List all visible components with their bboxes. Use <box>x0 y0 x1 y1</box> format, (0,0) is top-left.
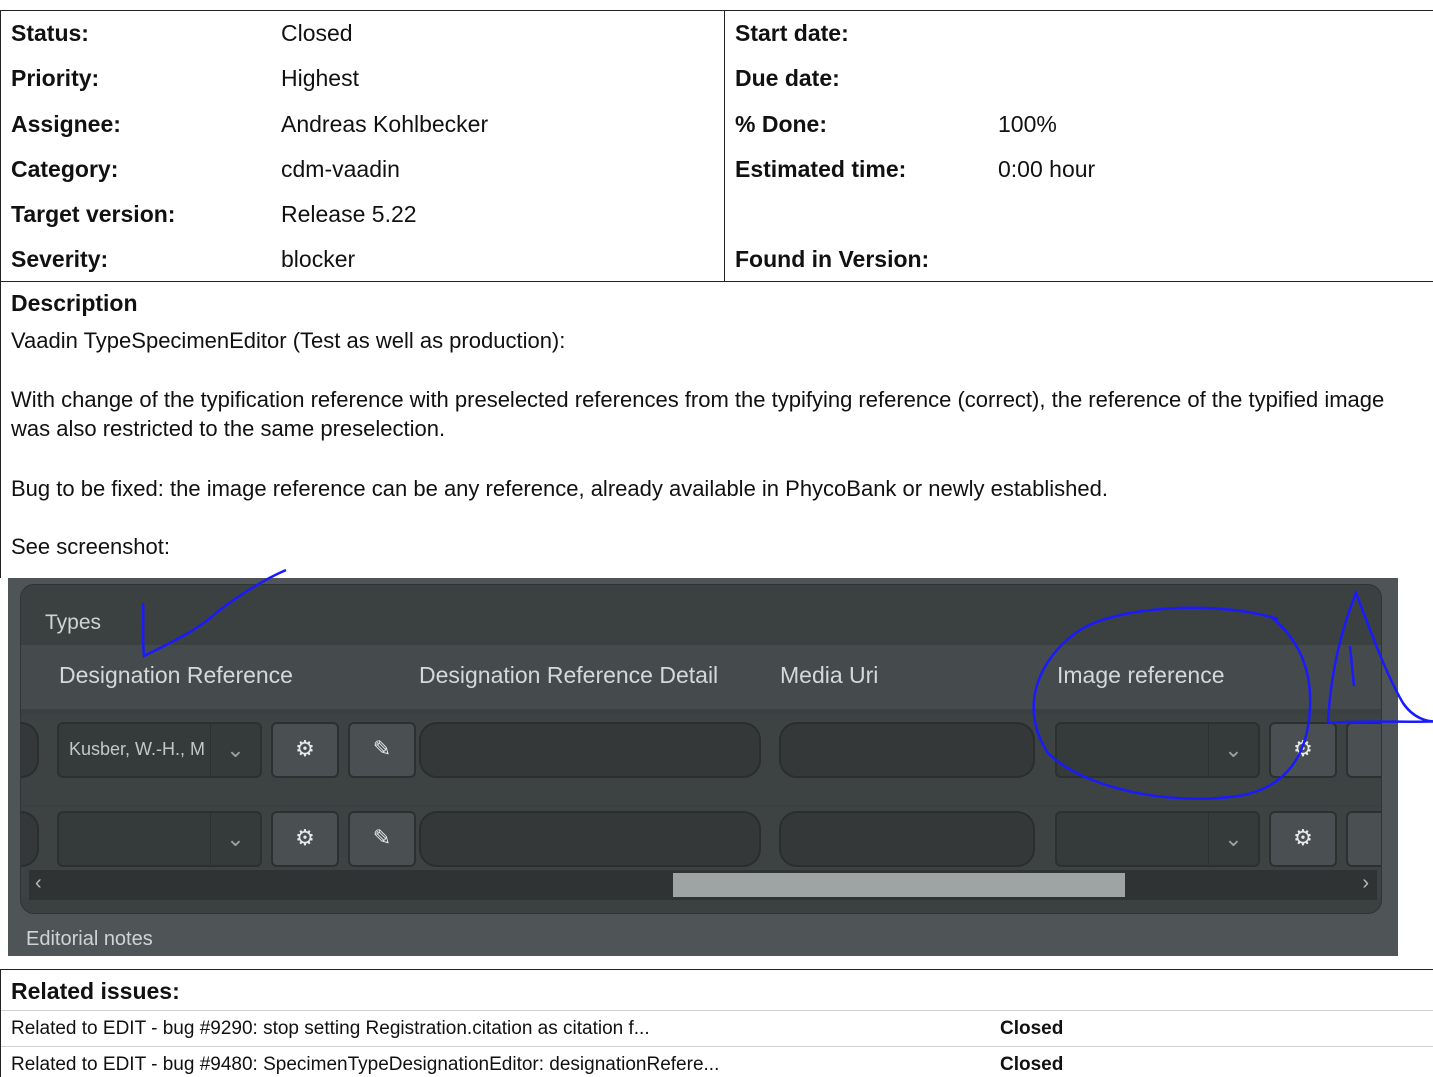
attr-row-status: Status: Closed <box>1 11 724 56</box>
attr-row-due-date: Due date: <box>725 56 1433 101</box>
related-issue-link[interactable]: Related to EDIT - bug #9480: SpecimenTyp… <box>11 1047 719 1077</box>
attr-value[interactable]: Andreas Kohlbecker <box>281 102 488 147</box>
attr-value: 100% <box>998 111 1057 137</box>
attr-label: Start date: <box>735 20 849 46</box>
attr-row-done: % Done: 100% <box>725 102 1433 147</box>
related-issue-row: Related to EDIT - bug #9290: stop settin… <box>1 1010 1433 1046</box>
related-issues-title: Related issues: <box>11 978 180 1004</box>
attr-row-found-in-version: Found in Version: <box>725 237 1433 282</box>
attr-label: Priority: <box>11 65 100 91</box>
attr-row-start-date: Start date: <box>725 11 1433 56</box>
attr-value: 0:00 hour <box>998 156 1096 182</box>
attr-label: Category: <box>11 156 119 182</box>
annotation-warning-sign <box>1326 589 1433 725</box>
attr-value: cdm-vaadin <box>281 156 400 182</box>
attr-row-assignee: Assignee: Andreas Kohlbecker <box>1 102 724 147</box>
issue-attributes-table: Status: Closed Priority: Highest Assigne… <box>0 10 1433 282</box>
description-paragraph: See screenshot: <box>11 534 170 559</box>
description-section: Description Vaadin TypeSpecimenEditor (T… <box>0 282 1433 578</box>
attr-value: Highest <box>281 65 359 91</box>
attr-label: Estimated time: <box>735 156 907 182</box>
attr-row-target-version: Target version: Release 5.22 <box>1 192 724 237</box>
embedded-screenshot: Types Designation Reference Designation … <box>8 568 1433 956</box>
attr-value: blocker <box>281 246 356 272</box>
attr-label: Assignee: <box>11 111 121 137</box>
annotation-drawing <box>141 568 1433 800</box>
description-title: Description <box>11 290 138 316</box>
attr-row-category: Category: cdm-vaadin <box>1 147 724 192</box>
description-paragraph: Bug to be fixed: the image reference can… <box>11 476 1108 501</box>
attr-label: Due date: <box>735 65 840 91</box>
annotation-arrow-stroke <box>141 568 287 658</box>
attr-value[interactable]: Release 5.22 <box>281 192 417 237</box>
attr-label: Target version: <box>11 201 176 227</box>
attr-row-estimated-time: Estimated time: 0:00 hour <box>725 147 1433 192</box>
related-issue-status: Closed <box>1000 1018 1064 1039</box>
attr-value: Closed <box>281 20 353 46</box>
description-paragraph: Vaadin TypeSpecimenEditor (Test as well … <box>11 328 566 353</box>
attr-row-priority: Priority: Highest <box>1 56 724 101</box>
attr-row-severity: Severity: blocker <box>1 237 724 282</box>
related-issue-link[interactable]: Related to EDIT - bug #9290: stop settin… <box>11 1011 650 1047</box>
related-issues-section: Related issues: Related to EDIT - bug #9… <box>0 969 1433 1077</box>
related-issue-row: Related to EDIT - bug #9480: SpecimenTyp… <box>1 1046 1433 1077</box>
annotation-circle <box>1032 606 1312 800</box>
attr-label: % Done: <box>735 111 827 137</box>
attr-label: Severity: <box>11 246 109 272</box>
attr-label: Status: <box>11 20 89 46</box>
description-paragraph: With change of the typification referenc… <box>11 387 1385 441</box>
attr-label: Found in Version: <box>735 246 930 272</box>
annotation-warning-mark <box>1348 645 1356 687</box>
related-issue-status: Closed <box>1000 1054 1064 1075</box>
